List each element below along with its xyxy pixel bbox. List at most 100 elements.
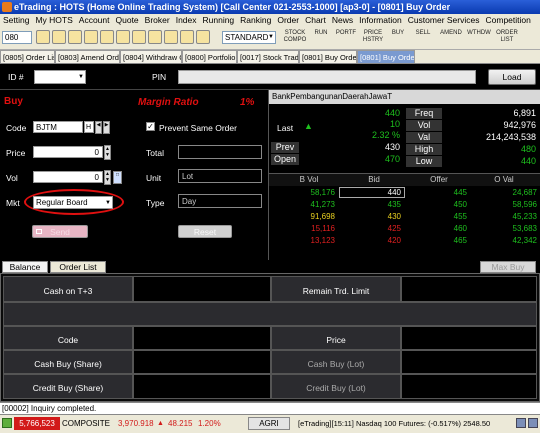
menu-chart[interactable]: Chart <box>302 15 329 25</box>
menu-running[interactable]: Running <box>200 15 238 25</box>
up-arrow-icon: ▲ <box>304 121 313 131</box>
prev-news-icon[interactable] <box>516 418 526 428</box>
status-bar: [00002] Inquiry completed. <box>0 402 540 414</box>
bid-cell: 435 <box>387 200 401 209</box>
tab-withdraw-order[interactable]: [0804] Withdraw O <box>120 50 182 63</box>
oval-header: O Val <box>494 175 514 184</box>
offer-cell: 445 <box>453 188 467 197</box>
tab-order-list[interactable]: [0805] Order List <box>0 50 55 63</box>
table-row[interactable]: 15,116 425 460 53,683 <box>269 223 540 234</box>
bvol-cell: 41,273 <box>310 200 335 209</box>
freq-value: 6,891 <box>513 108 536 118</box>
code-input[interactable]: BJTM <box>33 121 83 133</box>
oval-cell: 58,596 <box>512 200 537 209</box>
prevent-same-order-checkbox[interactable]: ✓ <box>146 122 155 131</box>
table-row[interactable]: 91,698 430 455 45,233 <box>269 211 540 222</box>
tab-amend-order[interactable]: [0803] Amend Order <box>55 50 120 63</box>
bid-cell: 440 <box>387 188 401 197</box>
news-icon[interactable] <box>132 30 146 44</box>
menu-information[interactable]: Information <box>356 15 405 25</box>
chart-icon[interactable] <box>116 30 130 44</box>
vol-stepper[interactable]: ▲ ▼ <box>104 170 111 185</box>
news-ticker[interactable]: [eTrading][15:11] Nasdaq 100 Futures: (-… <box>298 417 514 430</box>
open-price: 470 <box>384 154 400 164</box>
high-label: High <box>406 144 442 155</box>
save-icon[interactable] <box>52 30 66 44</box>
menu-broker[interactable]: Broker <box>142 15 173 25</box>
price-stepper[interactable]: ▲ ▼ <box>104 145 111 160</box>
load-button[interactable]: Load <box>488 69 536 85</box>
order-list-toolbar-button[interactable]: ORDER LIST <box>494 30 520 44</box>
last-price: 440 <box>384 108 400 118</box>
menu-ranking[interactable]: Ranking <box>237 15 274 25</box>
calc-icon[interactable] <box>164 30 178 44</box>
menu-quote[interactable]: Quote <box>113 15 142 25</box>
tab-portfolio[interactable]: [0800] Portfolio <box>182 50 237 63</box>
tab-order-list-bottom[interactable]: Order List <box>50 261 106 273</box>
lock-icon[interactable] <box>196 30 210 44</box>
refresh-icon[interactable] <box>100 30 114 44</box>
folder-icon[interactable] <box>36 30 50 44</box>
table-row[interactable]: 58,176 440 445 24,687 <box>269 187 540 198</box>
id-select[interactable]: ▼ <box>34 70 86 84</box>
prev-label: Prev <box>271 142 299 153</box>
menu-index[interactable]: Index <box>173 15 200 25</box>
code-next-button[interactable]: ▶ <box>103 121 110 134</box>
code-prev-button[interactable]: ◀ <box>95 121 102 134</box>
print-icon[interactable] <box>68 30 82 44</box>
offer-cell: 455 <box>453 212 467 221</box>
vol-calc-icon[interactable]: □ <box>113 171 122 184</box>
max-buy-button[interactable]: Max Buy <box>480 261 536 273</box>
offer-cell: 450 <box>453 200 467 209</box>
up-arrow-icon: ▲ <box>157 420 164 427</box>
next-news-icon[interactable] <box>528 418 538 428</box>
sell-toolbar-button[interactable]: SELL <box>412 30 434 37</box>
window-icon[interactable] <box>84 30 98 44</box>
open-label: Open <box>271 154 299 165</box>
amend-toolbar-button[interactable]: AMEND <box>438 30 464 37</box>
cash-buy-lot-label-cell: Cash Buy (Lot) <box>271 350 401 374</box>
menu-account[interactable]: Account <box>76 15 113 25</box>
price-hstry-button[interactable]: PRICE HSTRY <box>360 30 386 44</box>
price-input[interactable]: 0 <box>33 146 103 158</box>
price-label: Price <box>6 148 26 158</box>
index-volume: 5,766,523 <box>14 417 60 430</box>
menu-news[interactable]: News <box>329 15 356 25</box>
mkt-select[interactable]: Regular Board ▼ <box>33 196 113 209</box>
menu-my-hots[interactable]: My HOTS <box>32 15 75 25</box>
tab-buy-order[interactable]: [0801] Buy Order <box>299 50 357 63</box>
tab-balance[interactable]: Balance <box>2 261 48 273</box>
menu-setting[interactable]: Setting <box>0 15 32 25</box>
table-row[interactable]: 41,273 435 450 58,596 <box>269 199 540 210</box>
reset-button[interactable]: Reset <box>178 225 232 238</box>
credit-buy-share-label-cell: Credit Buy (Share) <box>3 374 133 399</box>
stock-compo-button[interactable]: STOCK COMPO <box>282 30 308 44</box>
credit-buy-share-label: Credit Buy (Share) <box>32 383 104 393</box>
stock-name-bar: BankPembangunanDaerahJawaT <box>269 90 540 104</box>
table-row[interactable]: 13,123 420 465 42,342 <box>269 235 540 246</box>
buy-toolbar-button[interactable]: BUY <box>388 30 408 37</box>
cash-buy-share-value-cell <box>133 350 271 374</box>
mail-icon[interactable] <box>148 30 162 44</box>
bvol-cell: 13,123 <box>310 236 335 245</box>
screen-code-input[interactable]: 080 <box>2 31 32 44</box>
menu-order[interactable]: Order <box>274 15 302 25</box>
run-button[interactable]: RUN <box>310 30 332 37</box>
help-icon[interactable] <box>180 30 194 44</box>
chevron-down-icon: ▼ <box>268 34 274 40</box>
sector-button[interactable]: AGRI <box>248 417 290 430</box>
order-type-title: Buy <box>4 96 23 107</box>
menu-competition[interactable]: Competition <box>483 15 534 25</box>
withdraw-toolbar-button[interactable]: WTHDW <box>466 30 492 37</box>
price-sum-label-cell: Price <box>271 326 401 350</box>
tab-buy-order-active[interactable]: [0801] Buy Order <box>357 50 415 63</box>
menu-customer-services[interactable]: Customer Services <box>405 15 483 25</box>
layout-select[interactable]: STANDARD ▼ <box>222 31 276 44</box>
mkt-value: Regular Board <box>36 198 88 207</box>
portf-button[interactable]: PORTF <box>334 30 358 37</box>
cash-buy-lot-value-cell <box>401 350 537 374</box>
vol-input[interactable]: 0 <box>33 171 103 183</box>
pin-input[interactable] <box>178 70 476 84</box>
send-button[interactable]: Send <box>32 225 88 238</box>
tab-stock-trade[interactable]: [0017] Stock Trad <box>237 50 299 63</box>
